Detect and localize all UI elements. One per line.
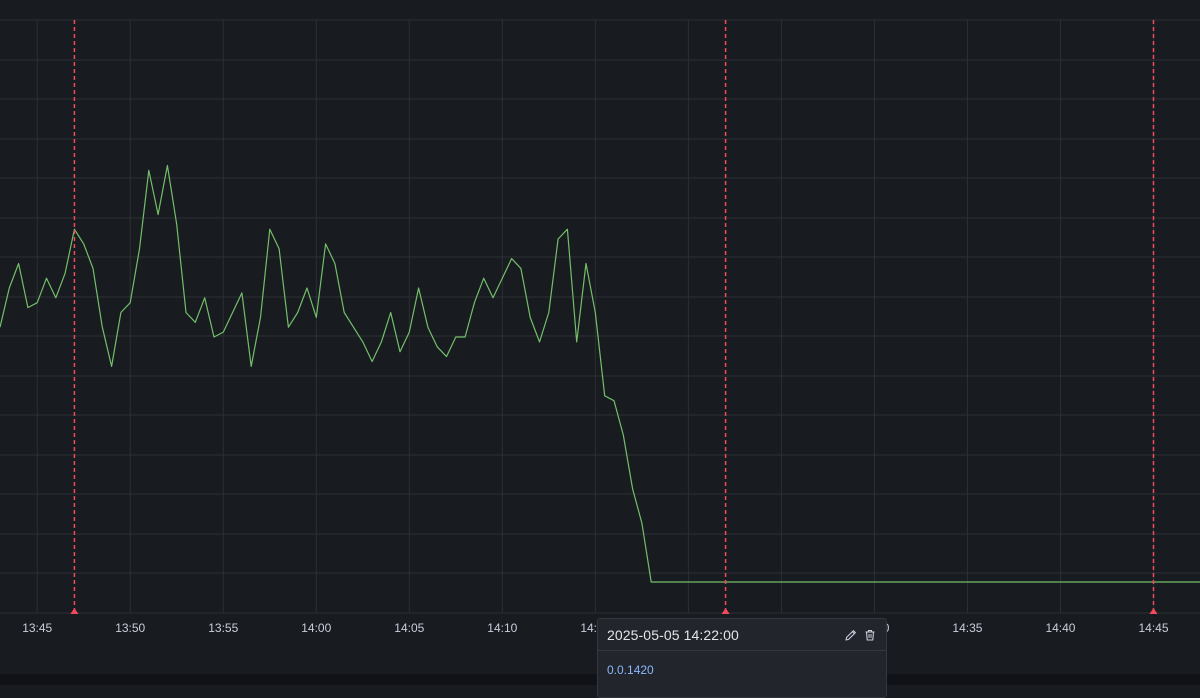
x-axis-ticks: 13:4513:5013:5514:0014:0514:1014:1514:20… <box>22 621 1169 635</box>
x-tick-label: 13:45 <box>22 621 52 635</box>
x-tick-label: 14:40 <box>1045 621 1075 635</box>
series-layer <box>0 164 1200 583</box>
tooltip-header: 2025-05-05 14:22:00 <box>598 619 886 651</box>
grid-lines <box>0 19 1200 614</box>
x-tick-label: 14:35 <box>952 621 982 635</box>
pencil-icon[interactable] <box>844 628 858 642</box>
tooltip-body: 0.0.1420 <box>598 651 886 689</box>
series-line <box>0 164 1200 583</box>
x-tick-label: 13:50 <box>115 621 145 635</box>
annotation-marker <box>70 608 79 614</box>
annotation-marker <box>1149 608 1158 614</box>
x-tick-label: 14:05 <box>394 621 424 635</box>
x-tick-label: 14:10 <box>487 621 517 635</box>
annotation-tooltip: 2025-05-05 14:22:00 0.0.1420 <box>597 618 887 698</box>
x-tick-label: 13:55 <box>208 621 238 635</box>
tooltip-title: 2025-05-05 14:22:00 <box>607 626 739 643</box>
x-tick-label: 14:00 <box>301 621 331 635</box>
annotations-layer <box>70 20 1158 614</box>
x-tick-label: 14:45 <box>1138 621 1168 635</box>
tooltip-value: 0.0.1420 <box>607 663 654 677</box>
annotation-marker <box>721 608 730 614</box>
line-chart: 13:4513:5013:5514:0014:0514:1014:1514:20… <box>0 19 1200 635</box>
trash-icon[interactable] <box>863 628 877 642</box>
